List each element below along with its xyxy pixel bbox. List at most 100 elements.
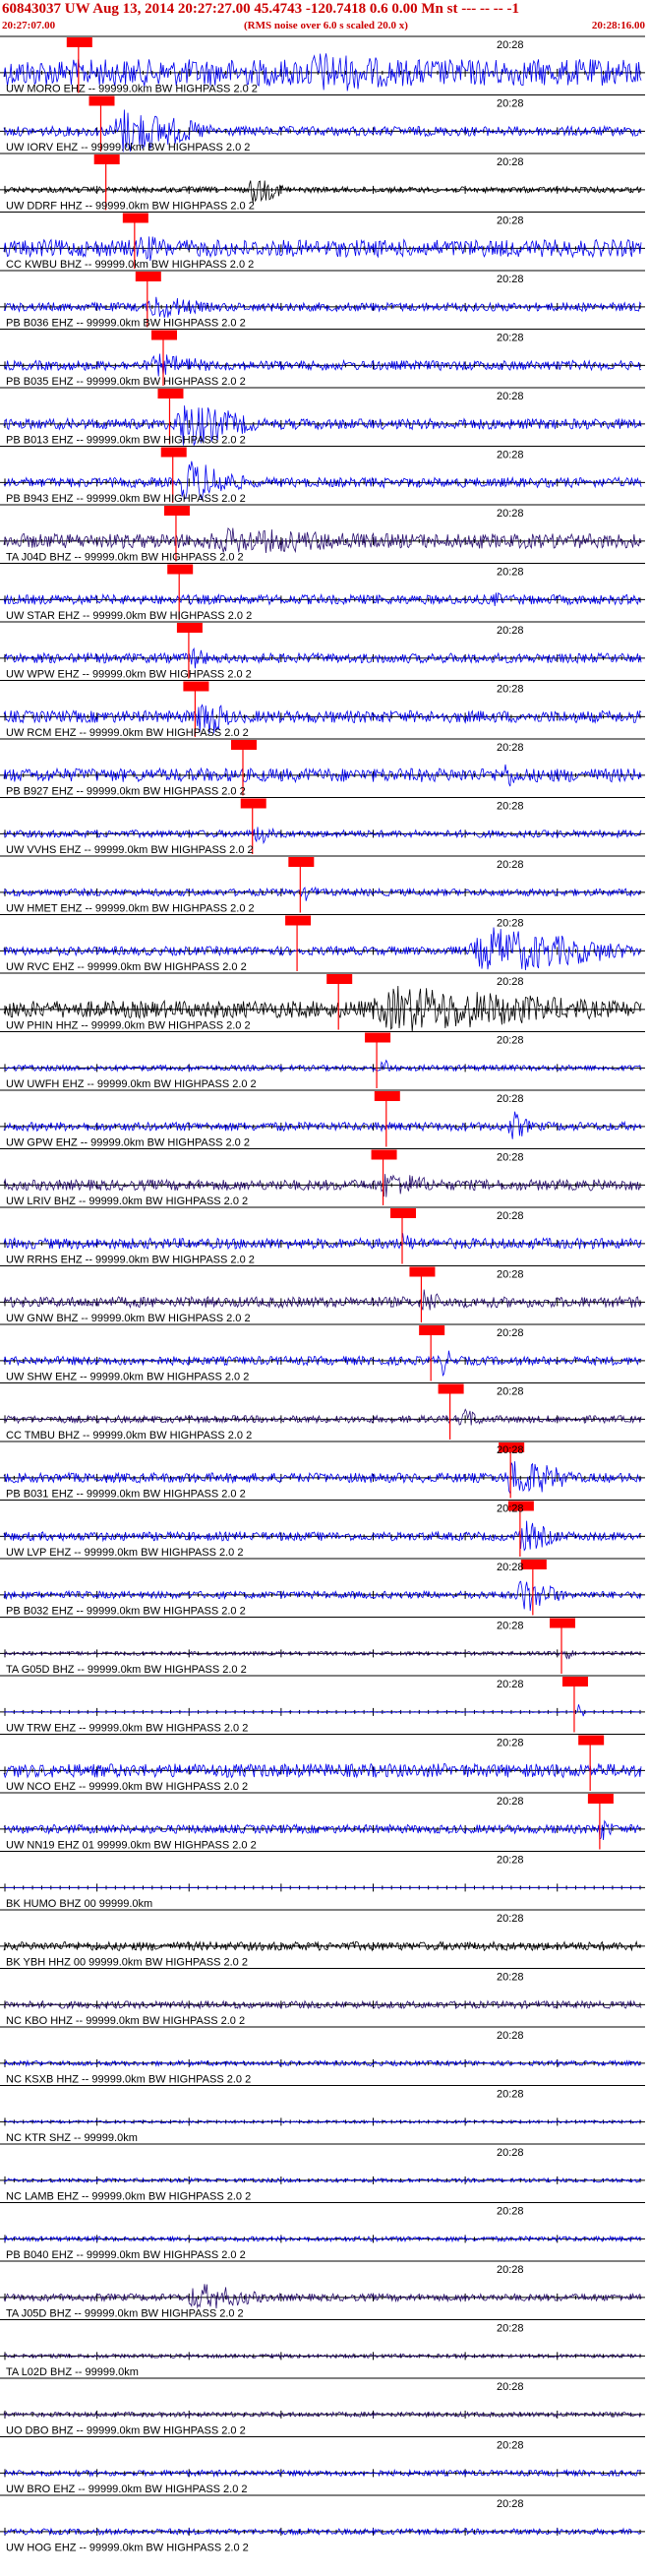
time-marker-label: 20:28	[497, 2147, 524, 2159]
pick-flag	[578, 1735, 605, 1746]
waveform	[3, 527, 642, 554]
station-label: UW BRO EHZ -- 99999.0km BW HIGHPASS 2.0 …	[6, 2484, 248, 2495]
pick-flag	[390, 1208, 416, 1218]
time-marker-label: 20:28	[497, 2498, 524, 2510]
time-marker-label: 20:28	[497, 1152, 524, 1164]
station-label: PB B032 EHZ -- 99999.0km BW HIGHPASS 2.0…	[6, 1606, 246, 1618]
time-marker-label: 20:28	[497, 1210, 524, 1222]
pick-flag	[371, 1149, 397, 1160]
pick-flag	[93, 154, 120, 164]
pick-flag	[438, 1383, 464, 1394]
station-label: CC KWBU BHZ -- 99999.0km BW HIGHPASS 2.0…	[6, 259, 254, 271]
time-marker-label: 20:28	[497, 1621, 524, 1632]
pick-flag	[163, 506, 190, 516]
time-marker-label: 20:28	[497, 976, 524, 988]
pick-flag	[167, 564, 194, 575]
pick-flag	[326, 974, 353, 984]
time-marker-label: 20:28	[497, 39, 524, 51]
waveform	[3, 1650, 642, 1660]
station-label: TA J04D BHZ -- 99999.0km BW HIGHPASS 2.0…	[6, 552, 244, 564]
pick-flag	[288, 857, 315, 867]
station-label: UW NN19 EHZ 01 99999.0km BW HIGHPASS 2.0…	[6, 1840, 257, 1852]
time-marker-label: 20:28	[497, 1913, 524, 1925]
time-marker-label: 20:28	[497, 98, 524, 110]
time-marker-label: 20:28	[497, 333, 524, 344]
station-label: TA L02D BHZ -- 99999.0km	[6, 2366, 139, 2378]
waveform	[3, 2284, 642, 2309]
time-marker-label: 20:28	[497, 1562, 524, 1573]
station-label: NC KSXB HHZ -- 99999.0km BW HIGHPASS 2.0…	[6, 2074, 251, 2086]
pick-flag	[520, 1560, 547, 1569]
waveform	[3, 1704, 642, 1717]
station-label: PB B031 EHZ -- 99999.0km BW HIGHPASS 2.0…	[6, 1489, 246, 1501]
waveform	[3, 1233, 642, 1251]
time-marker-label: 20:28	[497, 2206, 524, 2218]
station-label: UW IORV EHZ -- 99999.0km BW HIGHPASS 2.0…	[6, 142, 250, 153]
pick-flag	[176, 623, 203, 633]
pick-flag	[157, 389, 184, 399]
pick-flag	[285, 915, 312, 926]
time-marker-label: 20:28	[497, 391, 524, 402]
time-marker-label: 20:28	[497, 684, 524, 696]
pick-flag	[374, 1091, 400, 1101]
station-label: UW HOG EHZ -- 99999.0km BW HIGHPASS 2.0 …	[6, 2543, 249, 2554]
time-marker-label: 20:28	[497, 1035, 524, 1047]
time-marker-label: 20:28	[497, 567, 524, 579]
station-label: UW GNW BHZ -- 99999.0km BW HIGHPASS 2.0 …	[6, 1313, 251, 1324]
station-label: NC KBO HHZ -- 99999.0km BW HIGHPASS 2.0 …	[6, 2015, 245, 2027]
waveform	[3, 886, 642, 901]
pick-flag	[550, 1618, 575, 1628]
station-label: TA G05D BHZ -- 99999.0km BW HIGHPASS 2.0…	[6, 1664, 247, 1676]
time-marker-label: 20:28	[497, 2030, 524, 2042]
pick-flag	[587, 1794, 614, 1804]
pick-flag	[183, 681, 209, 692]
station-label: CC TMBU BHZ -- 99999.0km BW HIGHPASS 2.0…	[6, 1430, 252, 1441]
pick-flag	[240, 798, 266, 809]
pick-flag	[409, 1266, 436, 1277]
pick-flag	[419, 1325, 445, 1335]
pick-flag	[561, 1677, 588, 1687]
time-marker-label: 20:28	[497, 1444, 524, 1456]
station-label: UW LRIV BHZ -- 99999.0km BW HIGHPASS 2.0…	[6, 1196, 248, 1207]
waveform	[3, 1111, 642, 1139]
waveform	[3, 1819, 642, 1841]
station-label: UW WPW EHZ -- 99999.0km BW HIGHPASS 2.0 …	[6, 669, 252, 681]
station-label: UW UWFH EHZ -- 99999.0km BW HIGHPASS 2.0…	[6, 1078, 257, 1090]
pick-flag	[88, 95, 115, 106]
time-marker-label: 20:28	[497, 918, 524, 930]
station-label: UW TRW EHZ -- 99999.0km BW HIGHPASS 2.0 …	[6, 1723, 248, 1735]
station-label: UW DDRF HHZ -- 99999.0km BW HIGHPASS 2.0…	[6, 201, 255, 213]
station-label: PB B040 EHZ -- 99999.0km BW HIGHPASS 2.0…	[6, 2249, 246, 2261]
station-label: PB B035 EHZ -- 99999.0km BW HIGHPASS 2.0…	[6, 376, 246, 388]
time-marker-label: 20:28	[497, 625, 524, 637]
time-marker-label: 20:28	[497, 274, 524, 285]
station-label: UW RRHS EHZ -- 99999.0km BW HIGHPASS 2.0…	[6, 1255, 255, 1266]
seismogram-plot: 20:28 UW MORO EHZ -- 99999.0km BW HIGHPAS…	[0, 35, 645, 2554]
waveform	[3, 1520, 642, 1552]
time-marker-label: 20:28	[497, 1738, 524, 1749]
station-label: PB B927 EHZ -- 99999.0km BW HIGHPASS 2.0…	[6, 786, 246, 798]
station-label: UW GPW EHZ -- 99999.0km BW HIGHPASS 2.0 …	[6, 1137, 250, 1149]
waveform	[3, 180, 642, 203]
time-marker-label: 20:28	[497, 1503, 524, 1515]
station-label: BK YBH HHZ 00 99999.0km BW HIGHPASS 2.0 …	[6, 1957, 248, 1969]
time-marker-label: 20:28	[497, 1386, 524, 1398]
station-label: UW HMET EHZ -- 99999.0km BW HIGHPASS 2.0…	[6, 903, 255, 915]
time-marker-label: 20:28	[497, 2381, 524, 2393]
time-marker-label: 20:28	[497, 2089, 524, 2101]
pick-flag	[122, 213, 148, 223]
station-label: UW SHW EHZ -- 99999.0km BW HIGHPASS 2.0 …	[6, 1372, 249, 1383]
station-label: UO DBO BHZ -- 99999.0km BW HIGHPASS 2.0 …	[6, 2425, 246, 2437]
time-marker-label: 20:28	[497, 801, 524, 813]
pick-flag	[66, 37, 92, 47]
pick-flag	[151, 330, 177, 340]
station-label: PB B013 EHZ -- 99999.0km BW HIGHPASS 2.0…	[6, 435, 246, 447]
time-marker-label: 20:28	[497, 1269, 524, 1281]
station-label: NC KTR SHZ -- 99999.0km	[6, 2132, 138, 2144]
station-label: UW RVC EHZ -- 99999.0km BW HIGHPASS 2.0 …	[6, 961, 247, 973]
station-label: UW LVP EHZ -- 99999.0km BW HIGHPASS 2.0 …	[6, 1547, 243, 1559]
pick-flag	[231, 740, 257, 750]
time-marker-label: 20:28	[497, 859, 524, 871]
time-marker-label: 20:28	[497, 2264, 524, 2276]
time-marker-label: 20:28	[497, 1972, 524, 1984]
